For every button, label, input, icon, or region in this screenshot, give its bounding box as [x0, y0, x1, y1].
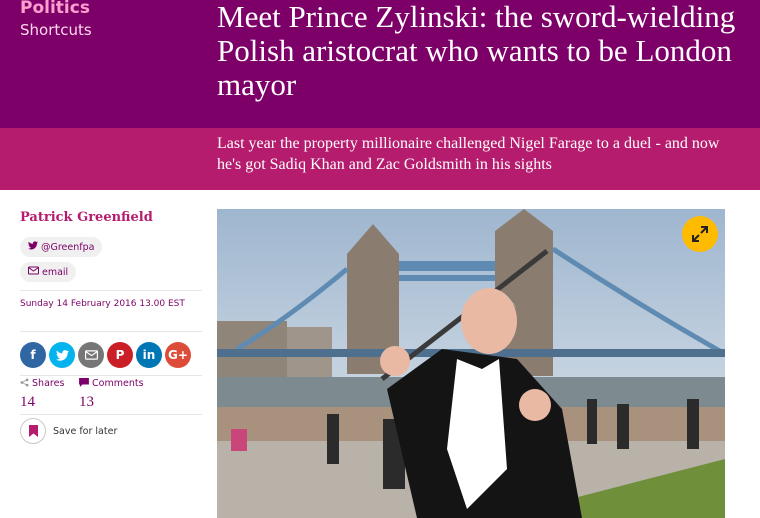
share-email-button[interactable]: [78, 342, 104, 368]
comments-label[interactable]: Comments: [79, 378, 144, 389]
shares-label: Shares: [20, 378, 64, 389]
facebook-icon: f: [30, 348, 36, 362]
bookmark-icon: [28, 425, 38, 437]
google-plus-icon: G+: [168, 348, 188, 362]
save-for-later-button[interactable]: Save for later: [20, 418, 117, 444]
section-link[interactable]: Politics: [20, 0, 90, 18]
share-bar: f P in G+: [20, 342, 191, 368]
tower-bridge-photo: [217, 209, 725, 518]
share-facebook-button[interactable]: f: [20, 342, 46, 368]
twitter-icon: [55, 349, 69, 361]
expand-icon: [692, 226, 708, 242]
save-for-later-label: Save for later: [53, 425, 118, 437]
dateline: Sunday 14 February 2016 13.00 EST: [20, 299, 185, 309]
divider: [20, 375, 202, 376]
email-author-button[interactable]: email: [20, 262, 77, 282]
share-linkedin-button[interactable]: in: [136, 342, 162, 368]
article-meta: Patrick Greenfield @Greenfpa email Sunda…: [20, 205, 202, 444]
shares-count: 14: [20, 394, 35, 410]
expand-image-button[interactable]: [682, 216, 718, 252]
divider: [20, 290, 202, 291]
save-icon-circle: [20, 418, 46, 444]
comment-icon: [79, 378, 89, 387]
page-title: Meet Prince Zylinski: the sword-wielding…: [217, 0, 736, 102]
standfirst: Last year the property millionaire chall…: [217, 135, 720, 173]
share-pinterest-button[interactable]: P: [107, 342, 133, 368]
linkedin-icon: in: [142, 348, 156, 362]
divider: [20, 331, 202, 332]
author-link[interactable]: Patrick Greenfield: [20, 205, 202, 225]
pinterest-icon: P: [115, 348, 125, 362]
envelope-icon: [28, 266, 39, 278]
share-icon: [20, 378, 29, 387]
share-twitter-button[interactable]: [49, 342, 75, 368]
twitter-icon: [28, 241, 38, 253]
divider: [20, 414, 202, 415]
envelope-icon: [84, 350, 98, 360]
twitter-handle-text: @Greenfpa: [41, 241, 95, 253]
shares-label-text: Shares: [32, 378, 65, 389]
article-main-image: [217, 209, 725, 518]
comments-count[interactable]: 13: [79, 394, 94, 411]
comments-label-text: Comments: [92, 378, 144, 389]
email-text: email: [42, 266, 69, 278]
series-link[interactable]: Shortcuts: [20, 21, 92, 39]
share-google-plus-button[interactable]: G+: [165, 342, 191, 368]
twitter-handle-button[interactable]: @Greenfpa: [20, 237, 103, 257]
